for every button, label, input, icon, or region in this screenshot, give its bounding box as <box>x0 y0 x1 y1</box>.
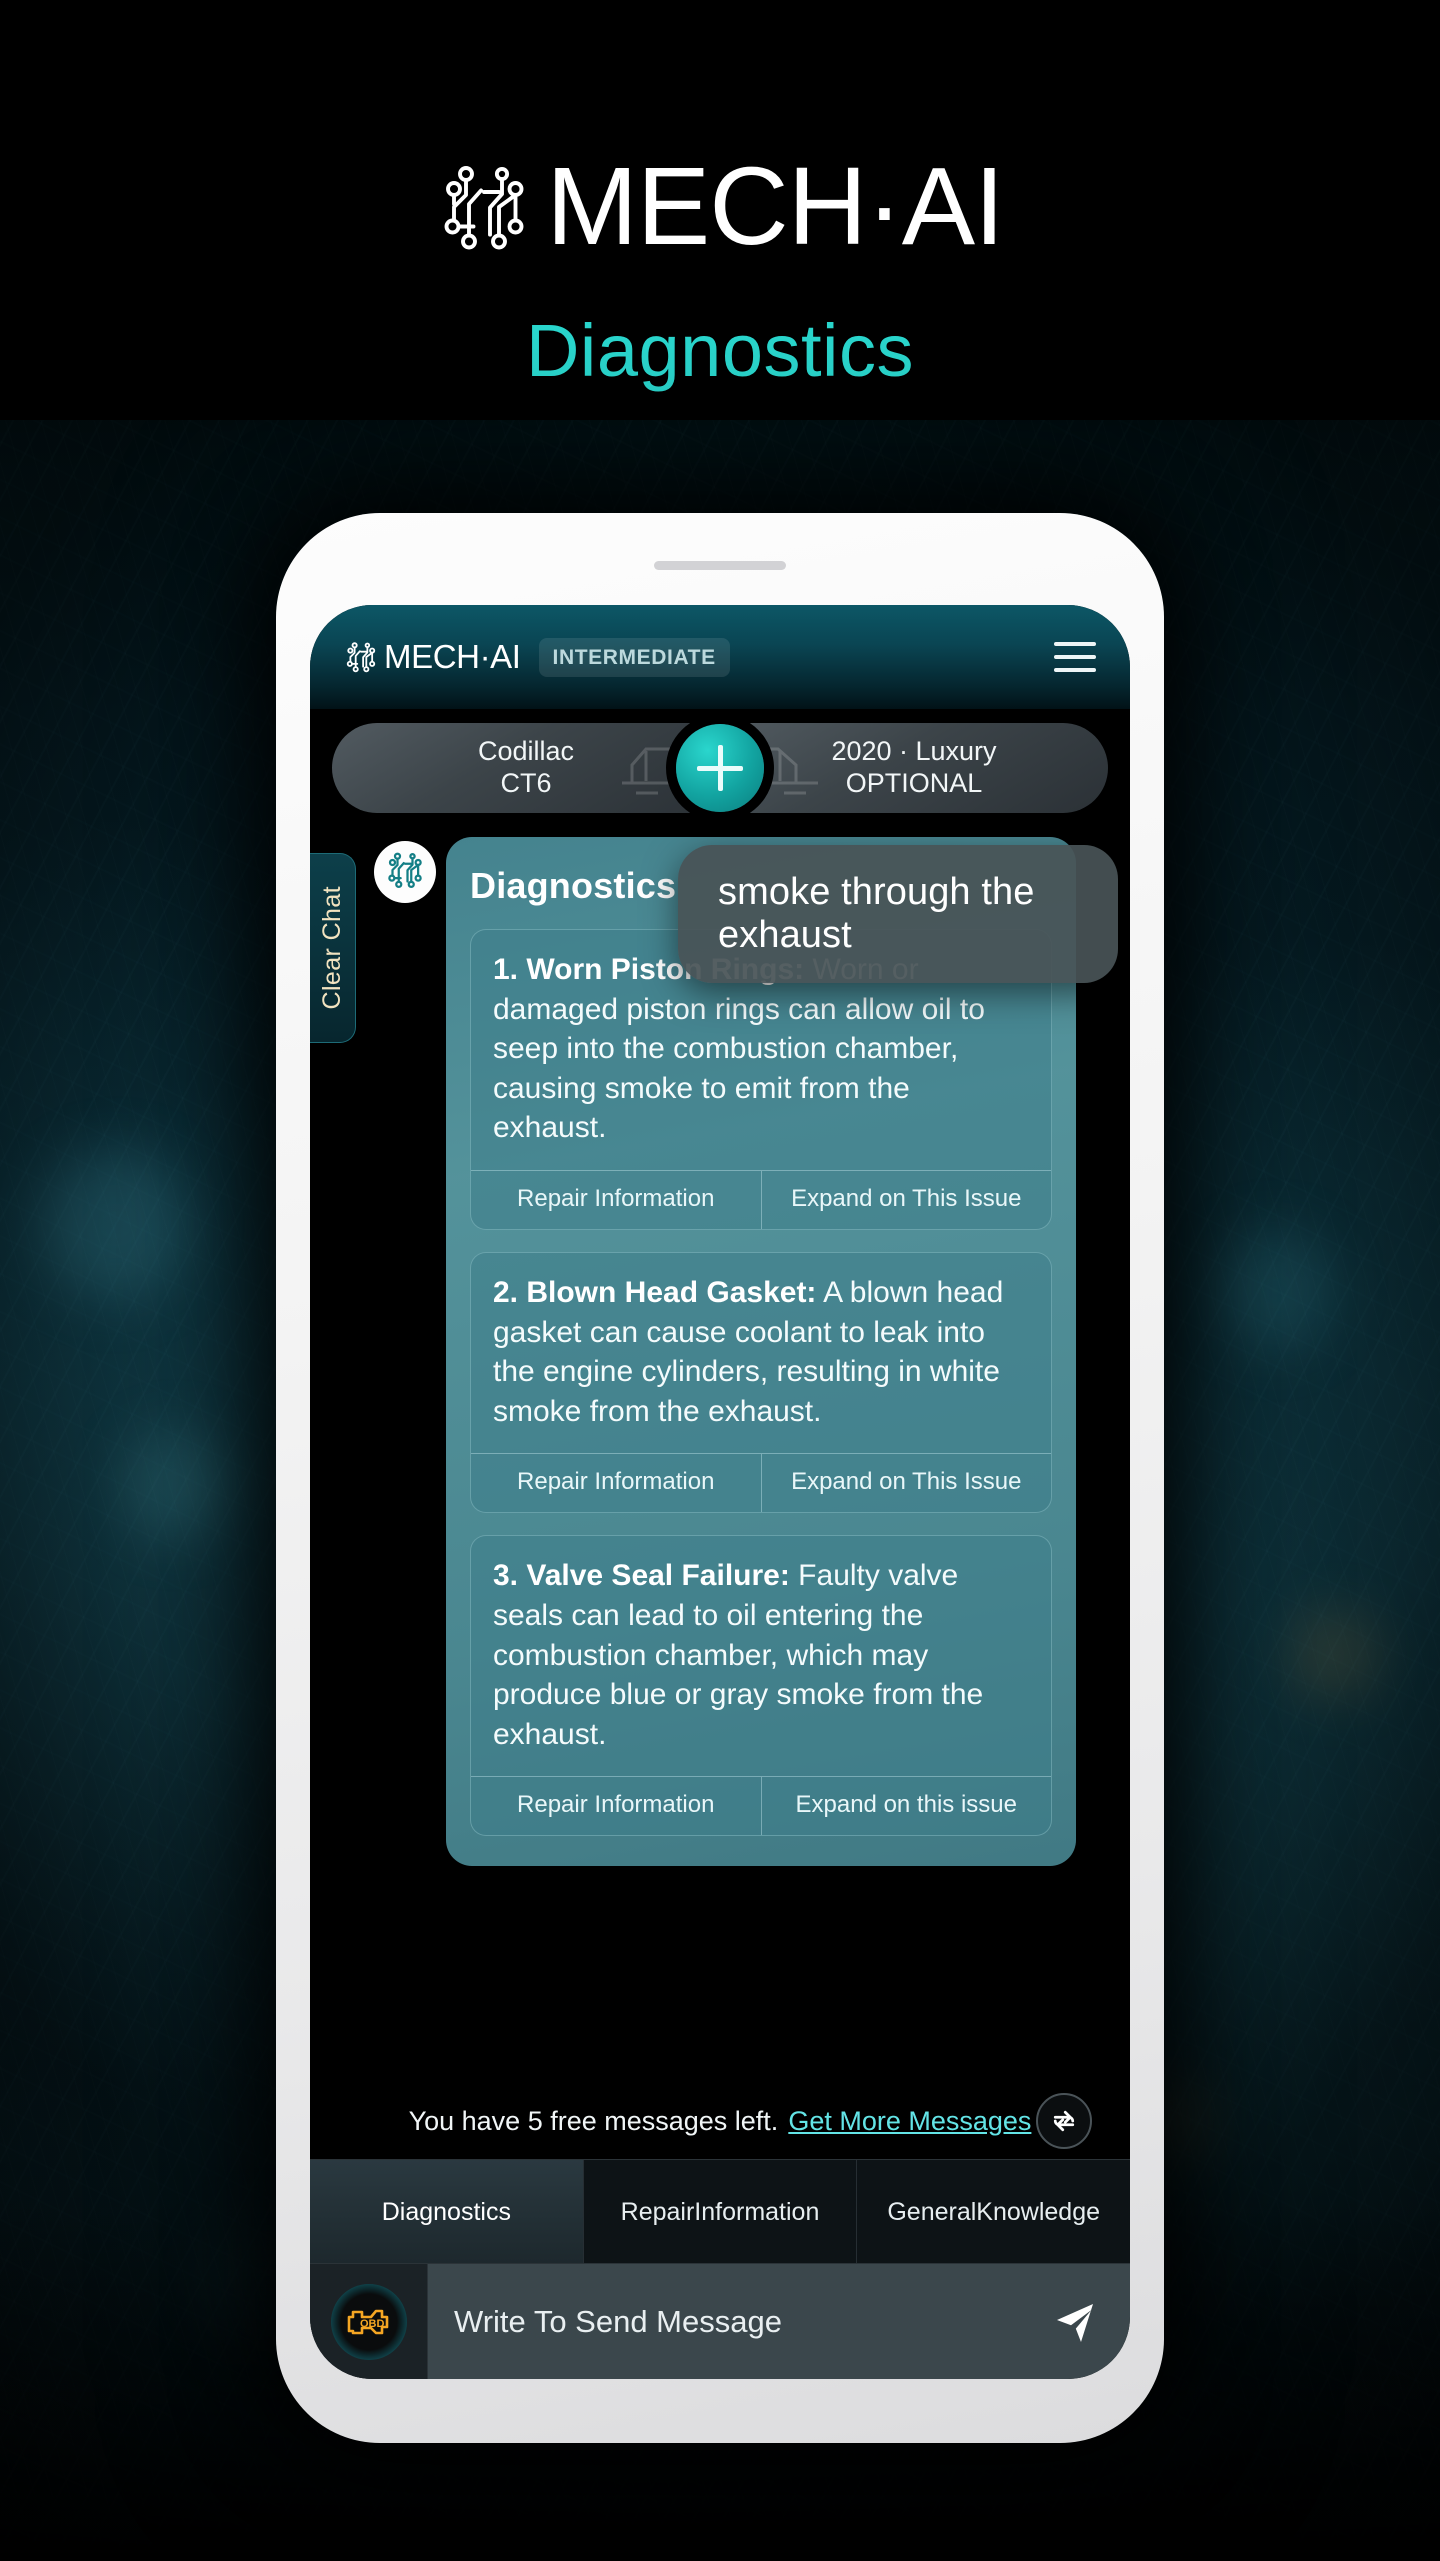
assistant-message-card: Diagnostics 1. Worn Piston Rings: Worn o… <box>446 837 1076 1867</box>
refresh-icon[interactable] <box>1036 2093 1092 2149</box>
free-message-quota: You have 5 free messages left. Get More … <box>310 2083 1130 2159</box>
circuit-logo-icon <box>436 159 532 255</box>
app-logo-name: MECH·AI <box>384 638 521 675</box>
tab-repair-information[interactable]: Repair Information <box>583 2160 858 2263</box>
svg-text:OBD: OBD <box>360 2318 385 2330</box>
issue-actions: Repair Information Expand on This Issue <box>471 1453 1052 1513</box>
chat-area: Clear Chat Diagnostics 1. Worn Piston Ri… <box>310 827 1130 2083</box>
add-vehicle-button[interactable] <box>676 724 764 812</box>
phone-speaker-notch <box>654 561 786 570</box>
obd-check-engine-icon: OBD <box>330 2283 407 2360</box>
issue-item: 2. Blown Head Gasket: A blown head gaske… <box>470 1251 1052 1514</box>
brand-header: MECH·AI Diagnostics <box>0 0 1440 420</box>
repair-information-button[interactable]: Repair Information <box>471 1171 761 1229</box>
vehicle-year-trim-pill[interactable]: 2020 · Luxury OPTIONAL <box>720 723 1108 813</box>
message-input-bar: OBD <box>310 2263 1130 2379</box>
issue-heading: 2. Blown Head Gasket: <box>493 1275 817 1309</box>
vehicle-make-model-pill[interactable]: Codillac CT6 <box>332 723 720 813</box>
clear-chat-label: Clear Chat <box>318 886 346 1010</box>
app-logo-lockup: MECH·AI <box>344 638 521 676</box>
issue-actions: Repair Information Expand on this issue <box>471 1776 1052 1836</box>
app-header: MECH·AI INTERMEDIATE <box>310 605 1130 709</box>
issue-actions: Repair Information Expand on This Issue <box>471 1169 1052 1229</box>
phone-screen: MECH·AI INTERMEDIATE Codillac CT6 2020 ·… <box>310 605 1130 2379</box>
tooltip: smoke through the exhaust <box>678 845 1118 983</box>
tab-general-knowledge[interactable]: General Knowledge <box>857 2160 1130 2263</box>
vehicle-model: CT6 <box>500 768 552 798</box>
hamburger-menu-icon[interactable] <box>1054 642 1096 672</box>
brand-name: MECH·AI <box>546 145 1004 268</box>
mode-tabs: Diagnostics Repair Information General Kno… <box>310 2159 1130 2263</box>
brand-lockup: MECH·AI <box>436 145 1005 268</box>
issue-text: 3. Valve Seal Failure: Faulty valve seal… <box>471 1536 1051 1776</box>
skill-level-badge[interactable]: INTERMEDIATE <box>538 637 730 677</box>
clear-chat-button[interactable]: Clear Chat <box>310 853 356 1043</box>
phone-mockup: MECH·AI INTERMEDIATE Codillac CT6 2020 ·… <box>276 513 1164 2443</box>
expand-issue-button[interactable]: Expand on this issue <box>760 1777 1052 1836</box>
vehicle-selector-bar: Codillac CT6 2020 · Luxury OPTIONAL <box>310 709 1130 827</box>
obd-scan-button[interactable]: OBD <box>310 2264 428 2379</box>
circuit-logo-icon <box>385 850 425 895</box>
vehicle-option: OPTIONAL <box>845 768 983 798</box>
tab-diagnostics[interactable]: Diagnostics <box>310 2160 584 2263</box>
send-arrow-icon[interactable] <box>1020 2264 1130 2379</box>
quota-text: You have 5 free messages left. <box>408 2105 779 2136</box>
repair-information-button[interactable]: Repair Information <box>471 1777 761 1835</box>
page-title: Diagnostics <box>525 309 914 392</box>
get-more-messages-link[interactable]: Get More Messages <box>788 2106 1031 2137</box>
issue-item: 3. Valve Seal Failure: Faulty valve seal… <box>470 1535 1052 1837</box>
avatar <box>374 841 436 903</box>
issue-heading: 3. Valve Seal Failure: <box>493 1559 790 1593</box>
search-input[interactable] <box>428 2303 1020 2340</box>
circuit-logo-icon <box>344 640 378 674</box>
vehicle-make: Codillac <box>477 736 575 767</box>
expand-issue-button[interactable]: Expand on This Issue <box>760 1454 1052 1513</box>
repair-information-button[interactable]: Repair Information <box>471 1454 761 1512</box>
issue-text: 2. Blown Head Gasket: A blown head gaske… <box>471 1253 1051 1453</box>
expand-issue-button[interactable]: Expand on This Issue <box>760 1170 1052 1229</box>
vehicle-year-trim: 2020 · Luxury <box>831 736 997 767</box>
